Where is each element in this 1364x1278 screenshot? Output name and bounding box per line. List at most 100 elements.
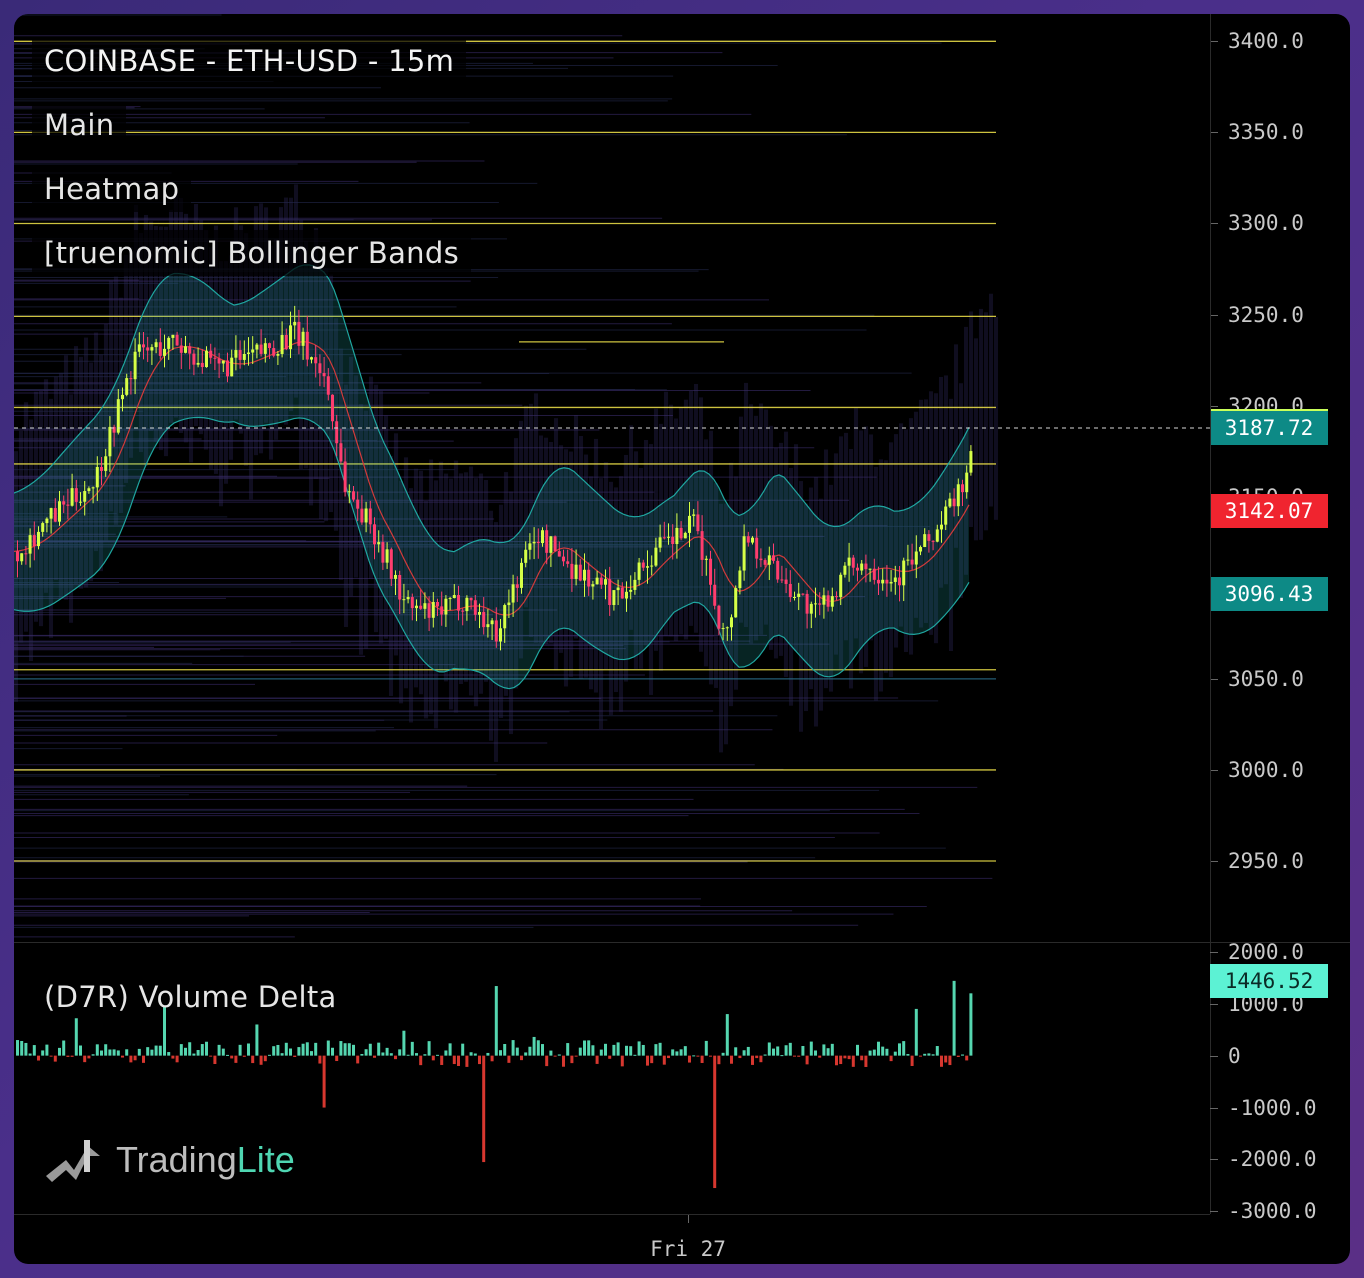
candle-body: [675, 527, 679, 545]
volume-delta-bar: [499, 1050, 502, 1056]
volume-delta-bar: [801, 1046, 805, 1056]
volume-delta-bar: [650, 1055, 654, 1064]
volume-delta-pane[interactable]: (D7R) Volume Delta TradingLite: [14, 944, 1210, 1214]
candle-body: [515, 584, 519, 588]
volume-delta-bar: [356, 1055, 360, 1064]
volume-delta-bar: [79, 1045, 82, 1056]
delta-axis-tick: [1210, 1211, 1218, 1213]
chart-window: COINBASE - ETH-USD - 15m Main Heatmap [t…: [14, 14, 1350, 1264]
volume-delta-bar: [608, 1055, 612, 1059]
delta-axis-label: -2000.0: [1228, 1147, 1317, 1172]
legend-bollinger[interactable]: [truenomic] Bollinger Bands: [32, 230, 471, 276]
volume-delta-bar: [616, 1042, 620, 1056]
volume-delta-bar: [339, 1041, 343, 1056]
volume-delta-bar: [877, 1041, 880, 1056]
heatmap-column: [984, 312, 988, 531]
candle-body: [847, 557, 851, 566]
candle-body: [767, 555, 771, 565]
volume-delta-bar: [931, 1054, 935, 1056]
candle-body: [280, 335, 284, 355]
price-axis-tick: [1210, 769, 1218, 771]
price-axis[interactable]: 3400.03350.03300.03250.03200.03150.03050…: [1210, 14, 1350, 943]
candle-body: [902, 560, 906, 586]
volume-delta-bar: [889, 1055, 893, 1062]
volume-delta-bar: [595, 1055, 599, 1064]
candle-body: [885, 579, 889, 584]
price-axis-tick: [1210, 132, 1218, 134]
candle-body: [679, 527, 683, 539]
volume-delta-bar: [66, 1055, 70, 1057]
volume-delta-bar: [154, 1045, 158, 1056]
candle-body: [146, 347, 150, 351]
volume-delta-bar: [700, 1055, 704, 1063]
volume-delta-bar: [633, 1054, 637, 1056]
candle-body: [725, 627, 729, 629]
candle-body: [730, 617, 733, 628]
volume-delta-bar: [377, 1042, 381, 1056]
volume-delta-bar: [730, 1055, 733, 1064]
candle-body: [646, 566, 649, 568]
volume-delta-bar: [486, 1052, 490, 1056]
candle-body: [755, 537, 759, 559]
volume-delta-bar: [167, 1052, 171, 1056]
legend-main[interactable]: Main: [32, 102, 127, 148]
volume-delta-bar: [91, 1054, 95, 1056]
candle-body: [616, 587, 620, 591]
volume-delta-bar: [213, 1055, 217, 1064]
volume-delta-bar: [297, 1047, 301, 1056]
candle-body: [184, 346, 187, 353]
price-axis-tick: [1210, 405, 1218, 407]
candle-body: [478, 611, 481, 615]
candle-body: [839, 574, 843, 598]
symbol-legend[interactable]: COINBASE - ETH-USD - 15m: [32, 38, 467, 84]
candle-body: [650, 565, 654, 567]
volume-delta-bar: [188, 1042, 192, 1056]
volume-delta-bar: [289, 1048, 292, 1056]
volume-delta-bar: [280, 1053, 284, 1056]
candle-body: [507, 602, 511, 606]
volume-delta-bar: [625, 1045, 628, 1056]
candle-body: [683, 532, 687, 539]
candle-body: [62, 501, 66, 505]
volume-delta-bar: [629, 1046, 633, 1056]
volume-delta-bar: [856, 1044, 859, 1056]
volume-delta-bar: [314, 1042, 318, 1056]
volume-delta-bar: [368, 1043, 372, 1056]
volume-delta-bar: [318, 1055, 322, 1064]
candle-body: [574, 564, 578, 579]
legend-volume-delta[interactable]: (D7R) Volume Delta: [32, 974, 349, 1020]
volume-delta-bar: [129, 1055, 133, 1063]
volume-delta-bar: [641, 1044, 645, 1056]
candle-body: [226, 360, 229, 377]
volume-delta-bar: [410, 1041, 414, 1056]
volume-delta-axis[interactable]: 2000.0 1000.0 0 -1000.0 -2000.0 -3000.0 1446.5…: [1210, 940, 1350, 1223]
volume-delta-bar: [70, 1055, 74, 1057]
volume-delta-bar: [37, 1055, 40, 1061]
candle-body: [167, 337, 171, 349]
volume-delta-bar: [507, 1055, 511, 1063]
candle-body: [969, 451, 973, 473]
time-axis[interactable]: Fri 27: [14, 1214, 1210, 1264]
volume-delta-bar: [24, 1042, 28, 1056]
candle-body: [104, 456, 108, 471]
candle-body: [192, 353, 196, 365]
candle-body: [20, 553, 24, 562]
legend-heatmap[interactable]: Heatmap: [32, 166, 192, 212]
candle-body: [108, 426, 112, 457]
candle-body: [352, 491, 355, 500]
volume-delta-bar: [599, 1049, 603, 1056]
volume-delta-bar: [709, 1055, 712, 1057]
candle-body: [620, 587, 624, 599]
price-chart-canvas[interactable]: [14, 14, 1210, 943]
volume-delta-bar: [763, 1054, 767, 1056]
volume-delta-bar: [675, 1051, 679, 1056]
volume-delta-bar: [528, 1046, 532, 1056]
pane-divider[interactable]: [14, 942, 1350, 943]
candle-body: [457, 595, 460, 611]
price-chart-pane[interactable]: COINBASE - ETH-USD - 15m Main Heatmap [t…: [14, 14, 1210, 943]
candle-body: [864, 563, 868, 570]
volume-delta-bar: [335, 1055, 339, 1062]
volume-delta-bar: [100, 1050, 103, 1056]
candle-body: [24, 553, 28, 555]
volume-delta-bar: [494, 986, 498, 1056]
